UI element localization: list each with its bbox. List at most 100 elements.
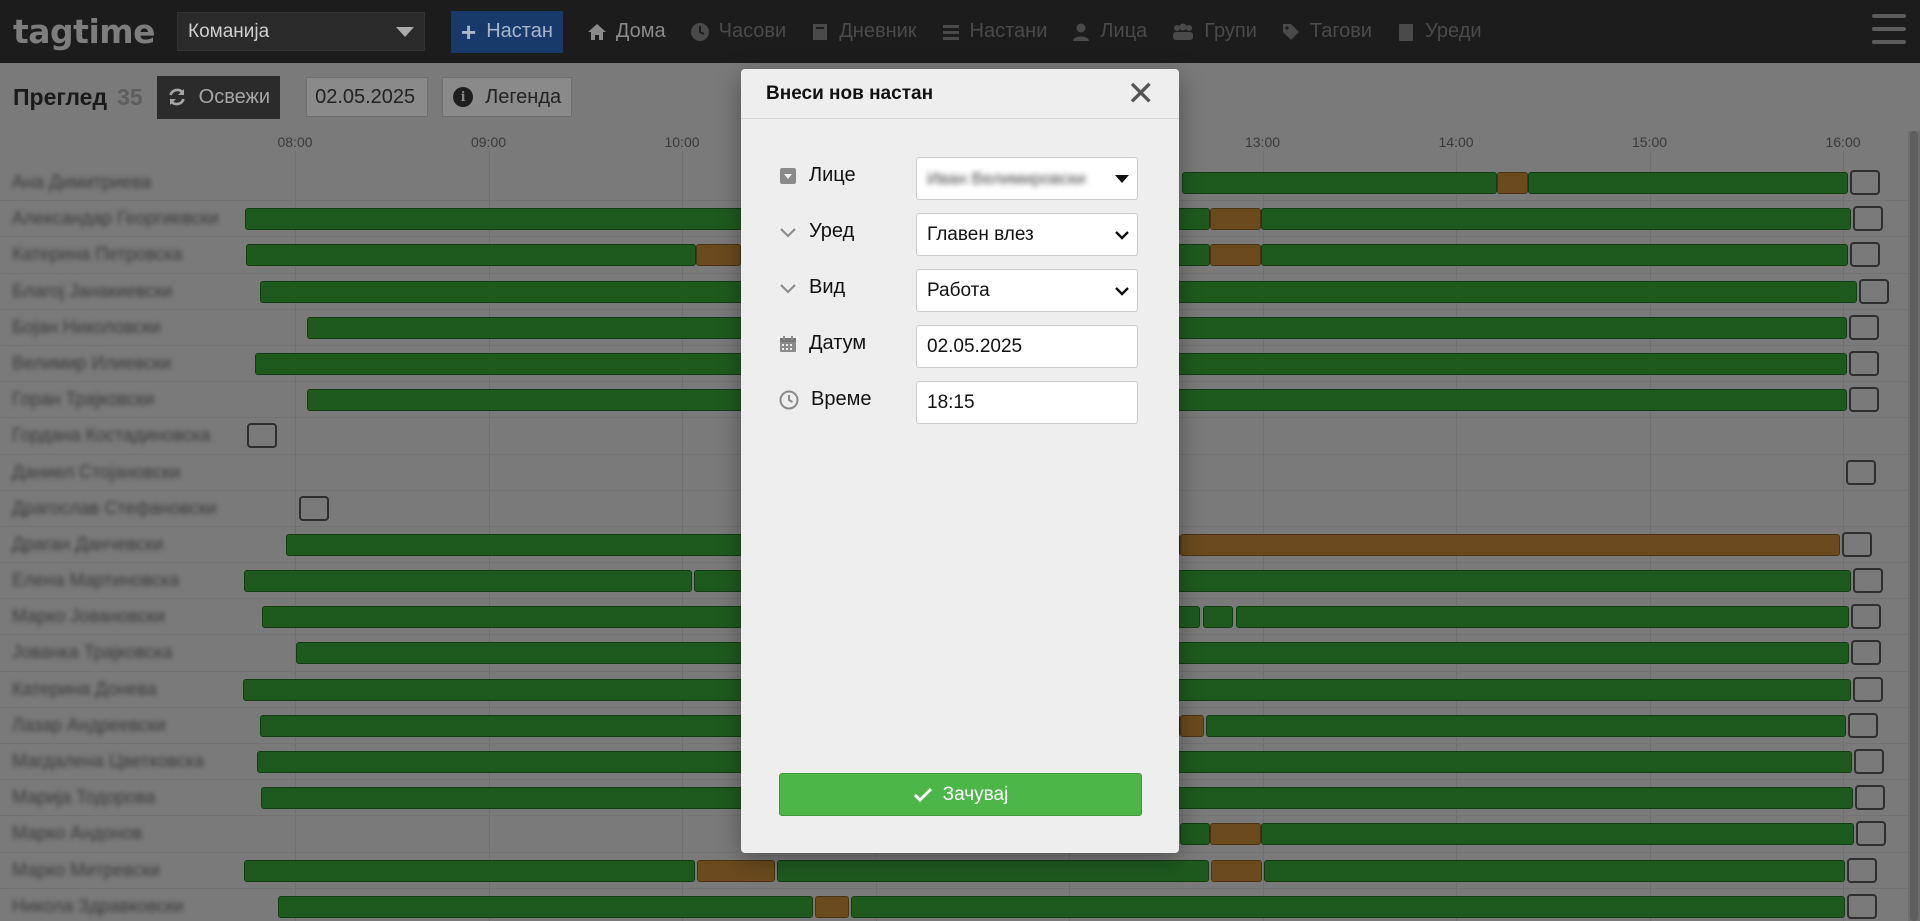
work-segment[interactable] (1180, 823, 1210, 846)
person-name[interactable]: Гордана Костадиновска (12, 425, 210, 446)
person-name[interactable]: Драгослав Стефановски (12, 498, 217, 519)
work-segment[interactable] (1261, 208, 1851, 231)
person-name[interactable]: Александар Георгиевски (12, 208, 219, 229)
break-segment[interactable] (1497, 172, 1528, 194)
person-name[interactable]: Благој Јанакиевски (12, 281, 173, 302)
book-icon (813, 23, 828, 40)
nav-item-devices[interactable]: Уреди (1396, 20, 1482, 43)
company-select[interactable]: Команија (177, 12, 425, 51)
hamburger-menu-icon[interactable] (1872, 14, 1906, 44)
break-segment[interactable] (1210, 244, 1261, 267)
users-icon (1173, 23, 1194, 40)
open-end-marker[interactable] (1853, 568, 1883, 594)
work-segment[interactable] (1206, 714, 1846, 737)
close-icon[interactable]: ✕ (1127, 77, 1156, 111)
refresh-button[interactable]: Освежи (156, 75, 281, 119)
open-end-marker[interactable] (1848, 712, 1878, 738)
person-name[interactable]: Даниел Стојановски (12, 462, 180, 483)
save-button[interactable]: Зачувај (779, 773, 1142, 816)
add-event-button[interactable]: + Настан (451, 10, 563, 53)
open-end-marker[interactable] (1851, 604, 1881, 630)
device-select[interactable]: Главен влез (916, 213, 1138, 256)
person-name[interactable]: Лазар Андреевски (12, 715, 166, 736)
break-segment[interactable] (1211, 859, 1262, 882)
open-end-marker[interactable] (1847, 857, 1877, 883)
person-name[interactable]: Катерина Донева (12, 679, 157, 700)
work-segment[interactable] (244, 570, 692, 593)
type-select[interactable]: Работа (916, 269, 1138, 312)
work-segment[interactable] (1261, 823, 1854, 846)
work-segment[interactable] (1203, 606, 1233, 629)
person-name[interactable]: Ана Димитриева (12, 172, 151, 193)
open-end-marker[interactable] (299, 495, 329, 521)
work-segment[interactable] (777, 859, 1209, 882)
open-end-marker[interactable] (1847, 893, 1877, 919)
break-segment[interactable] (815, 895, 849, 918)
open-end-marker[interactable] (247, 423, 277, 449)
scrollbar-thumb[interactable] (1910, 131, 1918, 921)
page-scrollbar[interactable] (1908, 131, 1920, 921)
open-end-marker[interactable] (1846, 459, 1876, 485)
person-name[interactable]: Бојан Николовски (12, 317, 161, 338)
person-select[interactable]: Иван Велимировски (916, 157, 1138, 200)
legend-button[interactable]: i Легенда (442, 77, 573, 117)
open-end-marker[interactable] (1851, 640, 1881, 666)
person-name[interactable]: Магдалена Цветковска (12, 751, 204, 772)
nav-item-persons[interactable]: Лица (1071, 20, 1147, 43)
person-name[interactable]: Марија Тодорова (12, 787, 155, 808)
open-end-marker[interactable] (1859, 278, 1889, 304)
person-name[interactable]: Драган Данчевски (12, 534, 163, 555)
work-segment[interactable] (1264, 859, 1845, 882)
break-segment[interactable] (1180, 533, 1840, 556)
open-end-marker[interactable] (1849, 350, 1879, 376)
break-segment[interactable] (696, 244, 741, 267)
work-segment[interactable] (1261, 244, 1848, 267)
person-name[interactable]: Елена Мартиновска (12, 570, 179, 591)
break-segment[interactable] (1180, 714, 1204, 737)
work-segment[interactable] (1528, 172, 1848, 194)
work-segment[interactable] (246, 244, 696, 267)
work-segment[interactable] (1236, 606, 1849, 629)
open-end-marker[interactable] (1849, 387, 1879, 413)
nav-item-groups[interactable]: Групи (1171, 20, 1257, 43)
open-end-marker[interactable] (1842, 531, 1872, 557)
date-input[interactable]: 02.05.2025 (916, 325, 1138, 368)
open-end-marker[interactable] (1849, 314, 1879, 340)
person-name[interactable]: Марко Јовановски (12, 606, 165, 627)
open-end-marker[interactable] (1854, 749, 1884, 774)
nav-item-tags[interactable]: Тагови (1281, 20, 1372, 43)
timeline-row[interactable]: Никола Здравковски (0, 889, 1910, 921)
person-name[interactable]: Никола Здравковски (12, 896, 184, 917)
caret-down-icon (1115, 174, 1129, 183)
person-name[interactable]: Горан Трајковски (12, 389, 154, 410)
open-end-marker[interactable] (1856, 821, 1886, 847)
nav-item-home[interactable]: Дома (587, 20, 666, 43)
work-segment[interactable] (851, 895, 1845, 918)
nav-item-events[interactable]: Настани (941, 20, 1047, 43)
date-picker[interactable]: 02.05.2025 (306, 77, 429, 117)
nav-item-label: Часови (718, 20, 787, 42)
open-end-marker[interactable] (1853, 206, 1883, 232)
open-end-marker[interactable] (1850, 242, 1880, 268)
time-input[interactable]: 18:15 (916, 381, 1138, 424)
work-segment[interactable] (244, 859, 695, 882)
work-segment[interactable] (1182, 172, 1497, 194)
open-end-marker[interactable] (1853, 676, 1883, 702)
person-name[interactable]: Марко Андонов (12, 823, 142, 844)
brand-logo[interactable]: tagtime (13, 12, 163, 51)
timeline-row[interactable]: Марко Митревски (0, 853, 1910, 889)
nav-item-hours[interactable]: Часови (690, 20, 787, 43)
nav-item-log[interactable]: Дневник (810, 20, 917, 43)
person-name[interactable]: Велимир Илиевски (12, 353, 171, 374)
break-segment[interactable] (1210, 823, 1261, 846)
person-name[interactable]: Катерина Петровска (12, 244, 182, 265)
break-segment[interactable] (1210, 208, 1261, 231)
person-name[interactable]: Јованка Трајковска (12, 642, 172, 663)
work-segment[interactable] (278, 895, 813, 918)
open-end-marker[interactable] (1855, 785, 1885, 811)
info-icon: i (453, 87, 474, 107)
date-label: Датум (809, 332, 867, 354)
person-name[interactable]: Марко Митревски (12, 860, 160, 881)
open-end-marker[interactable] (1850, 170, 1880, 195)
break-segment[interactable] (697, 859, 775, 882)
